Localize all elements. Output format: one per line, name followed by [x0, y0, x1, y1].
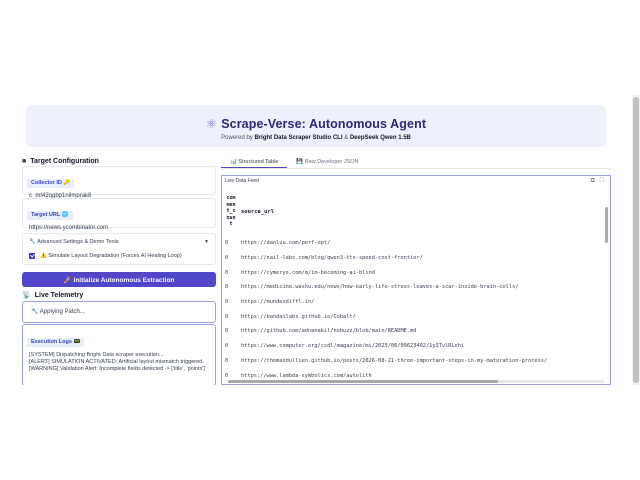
subtitle-brand-bright-data: Bright Data Scraper Studio CLI [254, 135, 343, 141]
app-title: ⚛ Scrape-Verse: Autonomous Agent [26, 116, 606, 131]
square-bullet-icon: ■ [22, 157, 27, 165]
live-telemetry-heading: 📡 Live Telemetry [22, 290, 83, 300]
advanced-settings-toggle[interactable]: 🔧 Advanced Settings & Demo Tools ▼ [23, 235, 215, 249]
cell-comment-count: 0 [225, 284, 229, 291]
cell-source-url: https://danluu.com/perf-opt/ [241, 240, 331, 247]
scrollbar-thumb[interactable] [228, 380, 498, 383]
caret-down-icon: ▼ [204, 239, 209, 245]
advanced-settings-accordion: 🔧 Advanced Settings & Demo Tools ▼ ⚠️ Si… [22, 233, 216, 265]
app-header: ⚛ Scrape-Verse: Autonomous Agent Powered … [26, 105, 606, 147]
table-row[interactable]: 0 https://www.computer.org/csdl/magazine/… [222, 339, 606, 354]
initialize-extraction-button[interactable]: 🚀 Initialize Autonomous Extraction [22, 272, 216, 287]
cell-comment-count: 0 [225, 240, 229, 247]
status-indicator: 🔧 Applying Patch... [22, 301, 216, 323]
table-row[interactable]: 0 https://nail-labs.com/blog/qwen3-tts-sp… [222, 251, 606, 266]
cell-comment-count: 0 [225, 328, 229, 335]
target-url-card: Target URL 🌐 https://news.ycombinator.co… [22, 198, 216, 231]
table-row[interactable]: 0 https://danluu.com/perf-opt/ [222, 236, 606, 251]
cell-comment-count: 0 [225, 357, 229, 364]
live-telemetry-title: Live Telemetry [34, 291, 84, 299]
cell-source-url: https://nail-labs.com/blog/qwen3-tts-spe… [241, 255, 423, 262]
log-line: [ALERT] SIMULATION ACTIVATED: Artificial… [29, 359, 204, 366]
subtitle-amp: & [342, 135, 350, 141]
target-config-title: Target Configuration [30, 157, 99, 165]
cell-source-url: https://thomasdullien.github.io/posts/20… [241, 357, 548, 364]
table-row[interactable]: 0 https://thomasdullien.github.io/posts/2… [222, 354, 606, 369]
table-row[interactable]: 0 https://github.com/adnanakil/nobuzz/blo… [222, 324, 606, 339]
cell-comment-count: 0 [225, 269, 229, 276]
cell-comment-count: 0 [225, 343, 229, 350]
cell-source-url: https://www.lambda-symbolics.com/autolit… [241, 372, 372, 379]
table-row[interactable]: 0 https://bandailabs.github.io/Cobalt/ [222, 309, 606, 324]
target-url-label: Target URL 🌐 [27, 210, 73, 220]
feed-toolbar: ⧉ ⛶ [591, 177, 604, 185]
execution-logs-label: Execution Logs 📟 [27, 337, 85, 347]
log-line: [SYSTEM] Dispatching Bright Data scraper… [29, 352, 164, 358]
cell-source-url: https://medicine.washu.edu/news/how-earl… [241, 284, 519, 291]
copy-icon[interactable]: ⧉ [591, 177, 595, 184]
tab-raw-json[interactable]: 💾 Raw Developer JSON [287, 156, 367, 168]
live-data-feed-label: Live Data Feed [225, 178, 259, 184]
app-window: ⚛ Scrape-Verse: Autonomous Agent Powered … [0, 95, 632, 385]
table-header: comment_count source_url [222, 191, 606, 234]
fullscreen-icon[interactable]: ⛶ [600, 177, 604, 184]
page-bottom-margin [0, 385, 640, 480]
table-row[interactable]: 0 https://medicine.washu.edu/news/how-ear… [222, 280, 606, 295]
results-panel: 📊 Structured Table 💾 Raw Developer JSON … [221, 156, 611, 385]
advanced-settings-label: 🔧 Advanced Settings & Demo Tools [29, 239, 119, 245]
log-line: [WARNING] Validation Alert: Incomplete f… [29, 366, 205, 373]
tab-structured-table[interactable]: 📊 Structured Table [221, 156, 288, 168]
table-body: 0 https://danluu.com/perf-opt/0 https://na… [222, 236, 606, 383]
page-scrollbar[interactable] [632, 95, 640, 385]
app-title-text: Scrape-Verse: Autonomous Agent [221, 117, 427, 131]
column-header-source-url[interactable]: source_url [241, 209, 274, 215]
simulate-degradation-checkbox[interactable] [29, 253, 35, 259]
table-horizontal-scrollbar[interactable] [228, 380, 604, 383]
cell-comment-count: 0 [225, 313, 229, 320]
status-text: 🔧 Applying Patch... [31, 309, 85, 315]
antenna-icon: 📡 [22, 292, 31, 299]
collector-id-label: Collector ID 🔑 [27, 178, 75, 188]
column-header-comment-count[interactable]: comment_count [225, 195, 237, 228]
table-vertical-scrollbar[interactable] [605, 191, 609, 383]
execution-logs-box[interactable]: Execution Logs 📟 [SYSTEM] Dispatching Br… [22, 324, 216, 385]
cell-source-url: https://mundezdiffl.in/ [241, 299, 315, 306]
cell-comment-count: 0 [225, 255, 229, 262]
cell-source-url: https://cymerys.com/m/im-becoming-ai-bli… [241, 269, 375, 276]
target-config-heading: ■ Target Configuration [22, 156, 216, 166]
table-row[interactable]: 0 https://cymerys.com/m/im-becoming-ai-bl… [222, 265, 606, 280]
live-data-feed: Live Data Feed ⧉ ⛶ comment_count source_… [221, 175, 611, 385]
cell-source-url: https://bandailabs.github.io/Cobalt/ [241, 313, 356, 320]
simulate-degradation-option[interactable]: ⚠️ Simulate Layout Degradation (Forces A… [23, 249, 215, 263]
page-scrollbar-thumb[interactable] [633, 97, 639, 383]
app-subtitle: Powered by Bright Data Scraper Studio CL… [26, 135, 606, 141]
cell-source-url: https://github.com/adnanakil/nobuzz/blob… [241, 328, 417, 335]
left-panel: ■ Target Configuration Collector ID 🔑 c_… [22, 156, 216, 385]
table-row[interactable]: 0 https://mundezdiffl.in/ [222, 295, 606, 310]
cell-source-url: https://www.computer.org/csdl/magazine/m… [241, 343, 465, 350]
cell-comment-count: 0 [225, 299, 229, 306]
collector-id-card: Collector ID 🔑 c_mt42qgbp1nilmprak8 [22, 166, 216, 199]
atom-icon: ⚛ [205, 117, 218, 131]
page-top-margin [0, 0, 640, 95]
scrollbar-thumb[interactable] [605, 207, 608, 243]
cell-comment-count: 0 [225, 372, 229, 379]
subtitle-prefix: Powered by [221, 135, 255, 141]
results-tabs: 📊 Structured Table 💾 Raw Developer JSON [221, 156, 611, 169]
simulate-degradation-label: ⚠️ Simulate Layout Degradation (Forces A… [40, 253, 182, 259]
subtitle-brand-deepseek: DeepSeek Qwen 1.5B [349, 135, 411, 141]
